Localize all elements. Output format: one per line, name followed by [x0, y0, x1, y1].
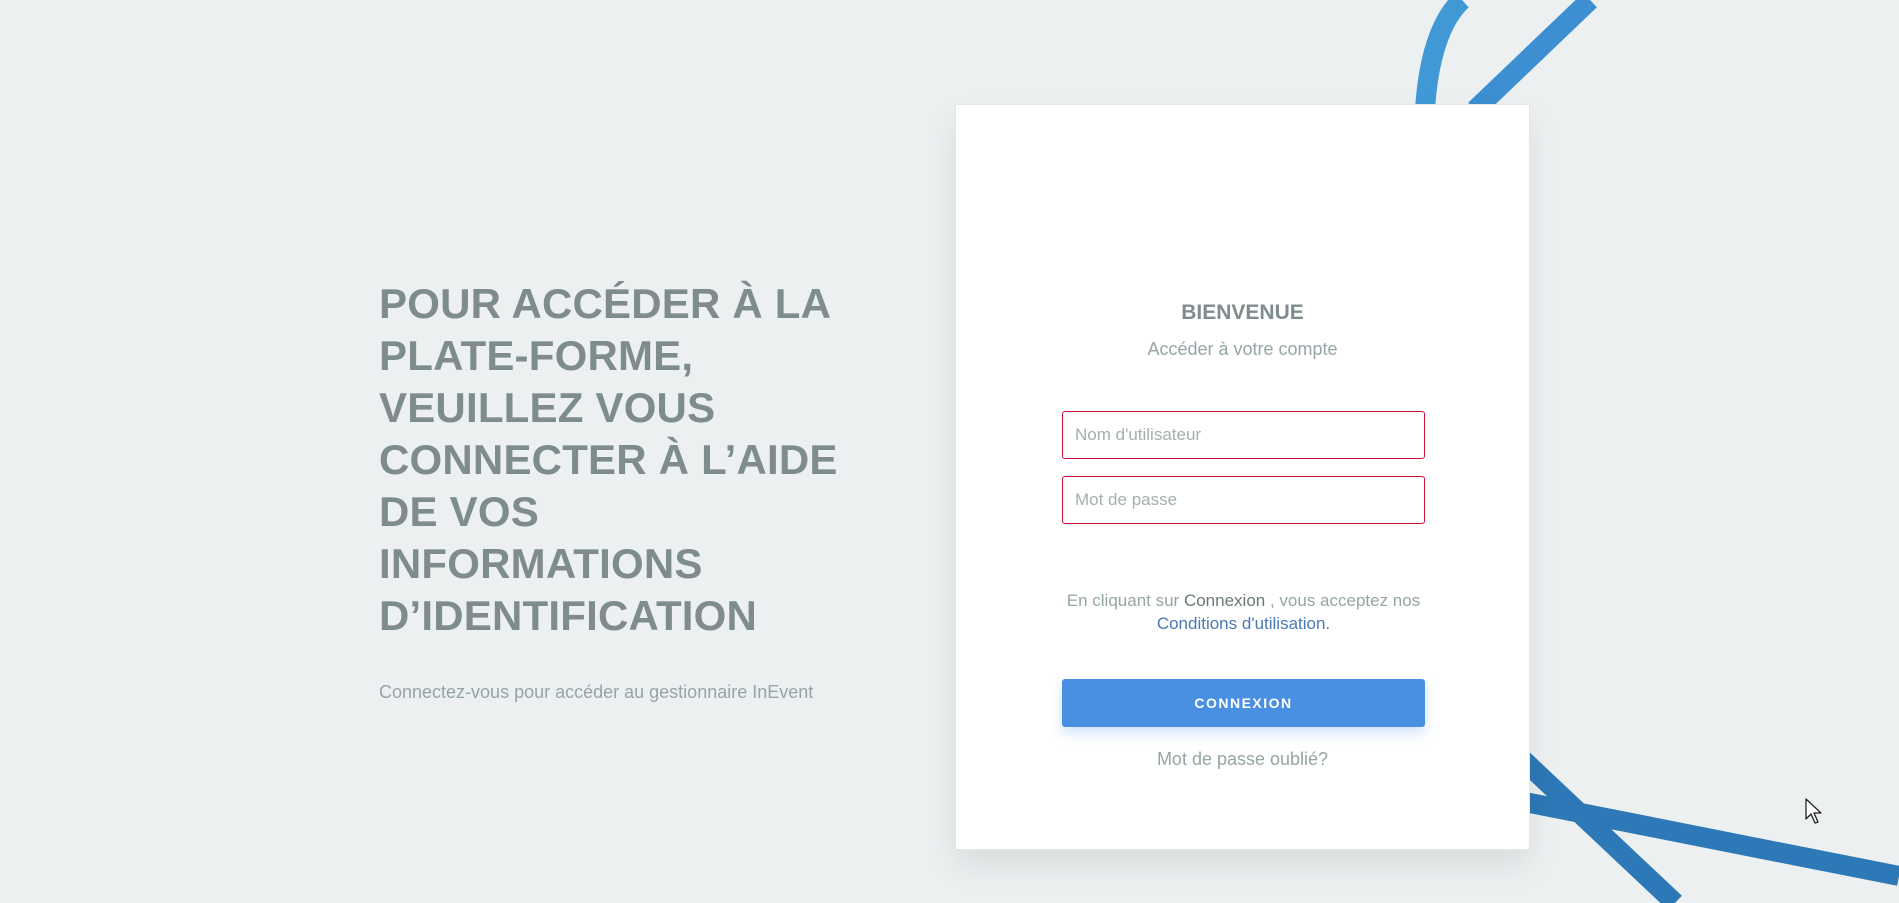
username-input[interactable]	[1062, 411, 1425, 459]
intro-headline: POUR ACCÉDER À LA PLATE-FORME, VEUILLEZ …	[379, 280, 838, 639]
terms-suffix: , vous acceptez nos	[1269, 591, 1421, 610]
login-card: BIENVENUE Accéder à votre compte En cliq…	[955, 104, 1530, 850]
terms-notice: En cliquant sur Connexion , vous accepte…	[1062, 589, 1425, 635]
intro-panel: POUR ACCÉDER À LA PLATE-FORME, VEUILLEZ …	[379, 278, 849, 703]
login-button[interactable]: CONNEXION	[1062, 679, 1425, 727]
welcome-subtitle: Accéder à votre compte	[1147, 339, 1338, 359]
intro-subtitle: Connectez-vous pour accéder au gestionna…	[379, 682, 814, 702]
terms-connexion-word: Connexion	[1183, 591, 1266, 610]
terms-prefix: En cliquant sur	[1066, 591, 1180, 610]
mouse-cursor-icon	[1805, 798, 1822, 824]
forgot-password-link[interactable]: Mot de passe oublié?	[956, 749, 1529, 770]
terms-of-use-link[interactable]: Conditions d'utilisation.	[1157, 614, 1330, 633]
password-input[interactable]	[1062, 476, 1425, 524]
welcome-title: BIENVENUE	[1181, 301, 1304, 324]
background-decor-lines	[1415, 0, 1899, 903]
